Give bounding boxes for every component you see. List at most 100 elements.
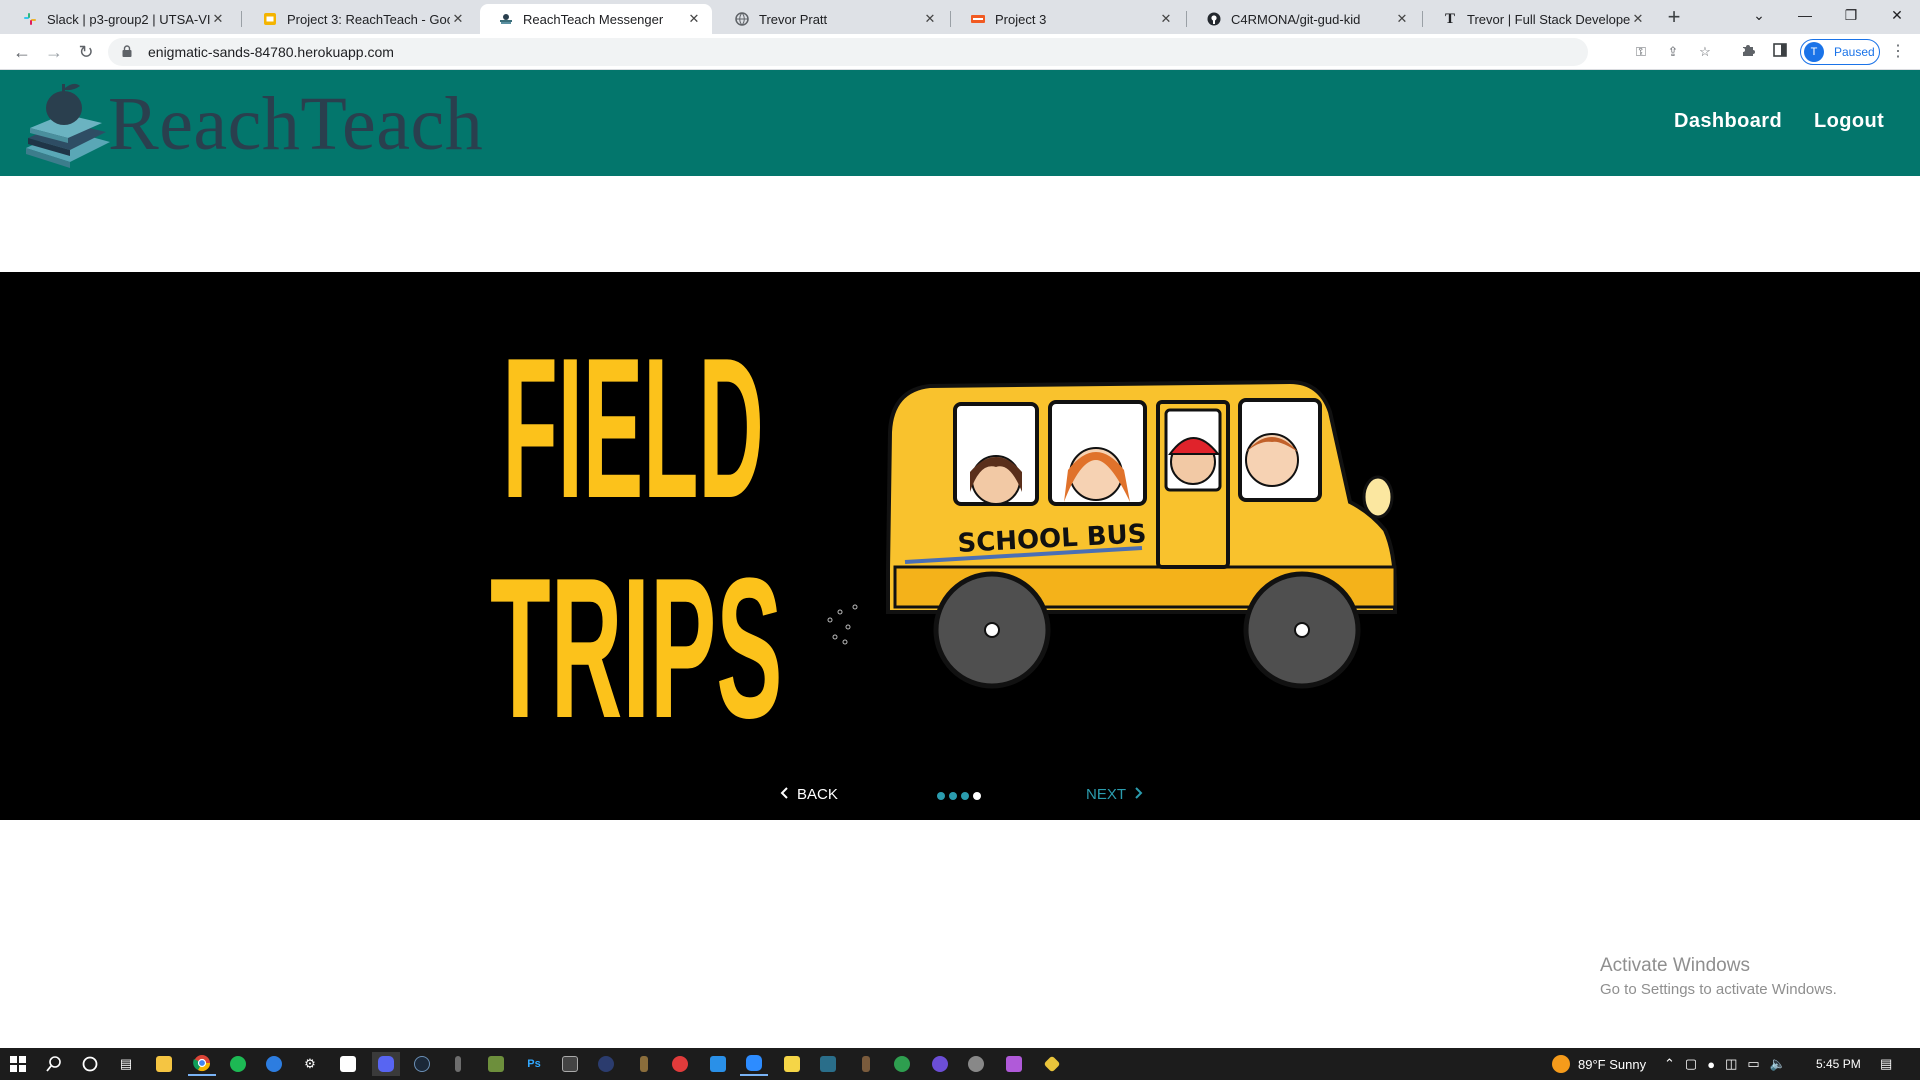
- carousel-dot-active[interactable]: [973, 792, 981, 800]
- field-trips-slide-image: FIELD TRIPS SCHOOL BUS: [490, 342, 1397, 742]
- weather-text: 89°F Sunny: [1578, 1056, 1647, 1072]
- browser-tab-strip: Slack | p3-group2 | UTSA-VIRT-F ✕ Projec…: [0, 0, 1920, 34]
- close-tab-icon[interactable]: ✕: [922, 11, 938, 27]
- bookmark-star-icon[interactable]: ☆: [1694, 38, 1716, 66]
- tab-title: Project 3: [995, 11, 1047, 27]
- carousel-dot[interactable]: [937, 792, 945, 800]
- clock[interactable]: 5:45 PM: [1816, 1048, 1861, 1080]
- carousel-next-button[interactable]: NEXT: [1086, 786, 1143, 803]
- tab-google-slides[interactable]: Project 3: ReachTeach - Google S ✕: [244, 4, 476, 34]
- exhaust-puff-icon: [827, 604, 858, 645]
- volume-icon[interactable]: 🔈: [1770, 1056, 1786, 1072]
- app-icon[interactable]: [334, 1052, 362, 1076]
- address-bar[interactable]: enigmatic-sands-84780.herokuapp.com ⚿ ⇪ …: [108, 38, 1711, 66]
- microphone-icon[interactable]: ●: [1707, 1057, 1715, 1072]
- carousel-back-button[interactable]: BACK: [780, 786, 838, 803]
- reachteach-icon: [498, 11, 514, 27]
- app-icon[interactable]: [666, 1052, 694, 1076]
- app-icon[interactable]: [1000, 1052, 1028, 1076]
- app-icon[interactable]: [888, 1052, 916, 1076]
- lock-icon[interactable]: [122, 44, 134, 60]
- utsa-icon: [970, 11, 986, 27]
- search-icon[interactable]: [40, 1052, 68, 1076]
- carousel-dot[interactable]: [949, 792, 957, 800]
- tab-title: ReachTeach Messenger: [523, 11, 664, 27]
- new-tab-icon[interactable]: +: [1662, 6, 1686, 30]
- file-explorer-icon[interactable]: [150, 1052, 178, 1076]
- zoom-icon[interactable]: [740, 1052, 768, 1076]
- back-label: BACK: [797, 786, 838, 803]
- tab-reachteach-messenger[interactable]: ReachTeach Messenger ✕: [480, 4, 712, 34]
- github-icon: [1206, 11, 1222, 27]
- app-icon[interactable]: [926, 1052, 954, 1076]
- carousel-dot[interactable]: [961, 792, 969, 800]
- app-icon[interactable]: [444, 1052, 472, 1076]
- key-icon[interactable]: ⚿: [1630, 38, 1652, 66]
- site-logo[interactable]: ReachTeach: [18, 76, 483, 172]
- close-window-icon[interactable]: ✕: [1874, 0, 1920, 30]
- minimize-icon[interactable]: —: [1782, 0, 1828, 30]
- reload-icon[interactable]: ↻: [74, 40, 98, 64]
- profile-button[interactable]: T Paused: [1800, 39, 1880, 65]
- tab-github[interactable]: C4RMONA/git-gud-kid ✕: [1188, 4, 1420, 34]
- app-icon[interactable]: [556, 1052, 584, 1076]
- tab-search-icon[interactable]: ⌄: [1736, 0, 1782, 30]
- restore-icon[interactable]: ❐: [1828, 0, 1874, 30]
- windows-start-icon[interactable]: [4, 1052, 32, 1076]
- back-arrow-icon[interactable]: ←: [10, 40, 34, 64]
- close-tab-icon[interactable]: ✕: [450, 11, 466, 27]
- discord-icon[interactable]: [372, 1052, 400, 1076]
- device-icon[interactable]: ▢: [1685, 1056, 1697, 1072]
- books-apple-logo-icon: [26, 83, 110, 168]
- activate-windows-watermark: Activate Windows Go to Settings to activ…: [1600, 955, 1837, 998]
- app-icon[interactable]: [260, 1052, 288, 1076]
- tab-title: Slack | p3-group2 | UTSA-VIRT-F: [47, 11, 210, 27]
- t-logo-icon: T: [1444, 10, 1455, 27]
- more-menu-icon[interactable]: ⋮: [1886, 40, 1910, 64]
- photoshop-icon[interactable]: Ps: [520, 1052, 548, 1076]
- close-tab-icon[interactable]: ✕: [210, 11, 226, 27]
- avatar: T: [1804, 42, 1824, 62]
- carousel-indicators: [937, 792, 981, 800]
- share-icon[interactable]: ⇪: [1662, 38, 1684, 66]
- forward-arrow-icon[interactable]: →: [42, 40, 66, 64]
- chevron-right-icon: [1134, 786, 1143, 803]
- spotify-icon[interactable]: [224, 1052, 252, 1076]
- side-panel-icon[interactable]: [1768, 40, 1792, 64]
- globe-icon: [734, 11, 750, 27]
- tab-title: Trevor | Full Stack Developer: [1467, 11, 1630, 27]
- cortana-icon[interactable]: [76, 1052, 104, 1076]
- vscode-icon[interactable]: [704, 1052, 732, 1076]
- slides-icon: [262, 11, 278, 27]
- app-icon[interactable]: [592, 1052, 620, 1076]
- close-tab-icon[interactable]: ✕: [1630, 11, 1646, 27]
- app-icon[interactable]: [852, 1052, 880, 1076]
- settings-gear-icon[interactable]: ⚙: [296, 1052, 324, 1076]
- task-view-icon[interactable]: ▤: [112, 1052, 140, 1076]
- app-icon[interactable]: [630, 1052, 658, 1076]
- app-icon[interactable]: [814, 1052, 842, 1076]
- close-tab-icon[interactable]: ✕: [1158, 11, 1174, 27]
- extensions-puzzle-icon[interactable]: [1736, 40, 1760, 64]
- weather-widget[interactable]: 89°F Sunny: [1552, 1048, 1646, 1080]
- app-icon[interactable]: [1038, 1052, 1066, 1076]
- sun-icon: [1552, 1055, 1570, 1073]
- chevron-up-icon[interactable]: ⌃: [1664, 1056, 1675, 1072]
- tab-project-3[interactable]: Project 3 ✕: [952, 4, 1184, 34]
- network-icon[interactable]: ◫: [1725, 1056, 1737, 1072]
- sticky-notes-icon[interactable]: [778, 1052, 806, 1076]
- tab-trevor-full-stack[interactable]: T Trevor | Full Stack Developer ✕: [1424, 4, 1656, 34]
- close-tab-icon[interactable]: ✕: [1394, 11, 1410, 27]
- notifications-icon[interactable]: ▤: [1880, 1048, 1892, 1080]
- steam-icon[interactable]: [408, 1052, 436, 1076]
- chrome-icon[interactable]: [188, 1052, 216, 1076]
- slide-heading-line1: FIELD: [502, 342, 763, 540]
- tab-slack[interactable]: Slack | p3-group2 | UTSA-VIRT-F ✕: [4, 4, 236, 34]
- tab-trevor-pratt[interactable]: Trevor Pratt ✕: [716, 4, 948, 34]
- app-icon[interactable]: [962, 1052, 990, 1076]
- display-icon[interactable]: ▭: [1747, 1056, 1759, 1072]
- nav-dashboard-link[interactable]: Dashboard: [1674, 110, 1782, 133]
- close-tab-icon[interactable]: ✕: [686, 11, 702, 27]
- nav-logout-link[interactable]: Logout: [1814, 110, 1884, 133]
- minecraft-icon[interactable]: [482, 1052, 510, 1076]
